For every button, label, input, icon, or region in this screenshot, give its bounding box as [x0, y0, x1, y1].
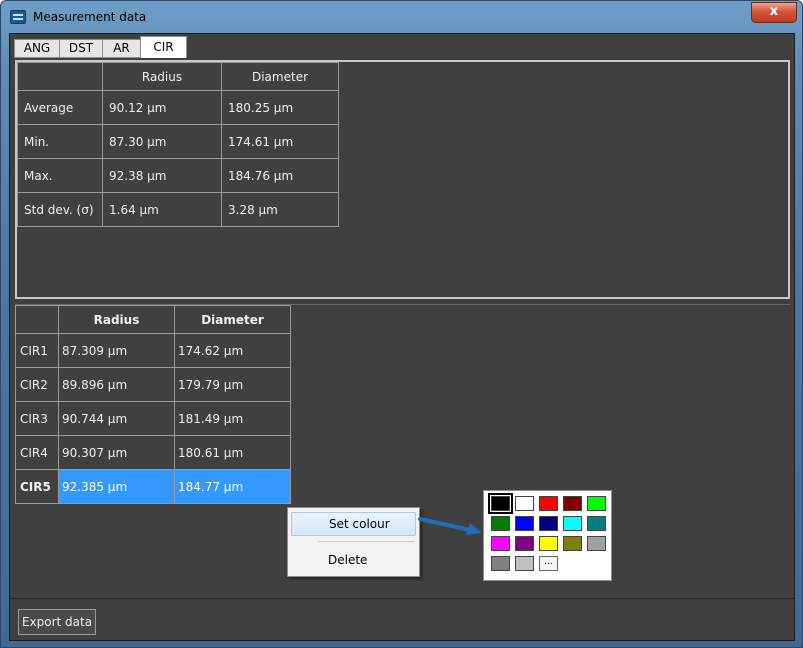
row-label[interactable]: CIR1 [15, 333, 59, 368]
row-label[interactable]: CIR5 [15, 469, 59, 504]
diameter-cell[interactable]: 184.77 µm [174, 469, 291, 504]
colour-palette-popup: ... [483, 490, 612, 581]
tab-dst[interactable]: DST [59, 39, 103, 58]
row-label[interactable]: CIR2 [15, 367, 59, 402]
radius-cell[interactable]: 90.307 µm [58, 435, 175, 470]
column-header-diameter[interactable]: Diameter [174, 305, 291, 334]
radius-cell[interactable]: 92.385 µm [58, 469, 175, 504]
corner-cell [15, 305, 59, 334]
diameter-cell[interactable]: 180.25 µm [221, 90, 339, 125]
details-table: Radius Diameter CIR1 87.309 µm 174.62 µm… [15, 305, 291, 504]
diameter-cell[interactable]: 179.79 µm [174, 367, 291, 402]
corner-cell [17, 62, 103, 91]
colour-swatch[interactable] [488, 493, 513, 514]
diameter-cell[interactable]: 180.61 µm [174, 435, 291, 470]
table-row-cir1[interactable]: CIR1 87.309 µm 174.62 µm [15, 333, 291, 368]
title-bar[interactable]: Measurement data x [1, 1, 802, 35]
row-label: Max. [17, 158, 103, 193]
colour-swatch[interactable] [491, 556, 510, 571]
colour-swatch[interactable] [515, 496, 534, 511]
radius-cell[interactable]: 92.38 µm [102, 158, 222, 193]
radius-cell[interactable]: 89.896 µm [58, 367, 175, 402]
menu-item-delete[interactable]: Delete [291, 548, 416, 572]
app-icon [10, 10, 26, 24]
row-label: Average [17, 90, 103, 125]
table-row-cir4[interactable]: CIR4 90.307 µm 180.61 µm [15, 435, 291, 470]
colour-swatch[interactable] [587, 516, 606, 531]
diameter-cell[interactable]: 181.49 µm [174, 401, 291, 436]
colour-swatch[interactable] [515, 556, 534, 571]
colour-swatch[interactable] [539, 536, 558, 551]
row-label[interactable]: CIR3 [15, 401, 59, 436]
radius-cell[interactable]: 1.64 µm [102, 192, 222, 227]
colour-swatch[interactable] [491, 516, 510, 531]
colour-swatch[interactable] [563, 536, 582, 551]
pointer-arrow-icon [418, 517, 482, 535]
summary-row-min[interactable]: Min. 87.30 µm 174.61 µm [17, 124, 339, 159]
colour-swatch[interactable] [491, 536, 510, 551]
colour-swatch[interactable] [587, 536, 606, 551]
radius-cell[interactable]: 87.30 µm [102, 124, 222, 159]
colour-swatch[interactable] [563, 516, 582, 531]
colour-swatch[interactable] [587, 496, 606, 511]
colour-swatch[interactable] [515, 516, 534, 531]
diameter-cell[interactable]: 184.76 µm [221, 158, 339, 193]
table-row-cir2[interactable]: CIR2 89.896 µm 179.79 µm [15, 367, 291, 402]
summary-header-row: Radius Diameter [17, 62, 339, 91]
diameter-cell[interactable]: 174.61 µm [221, 124, 339, 159]
tab-ar[interactable]: AR [102, 39, 141, 58]
column-header-diameter[interactable]: Diameter [221, 62, 339, 91]
row-label: Min. [17, 124, 103, 159]
export-data-button[interactable]: Export data [18, 609, 96, 635]
menu-item-set-colour[interactable]: Set colour [291, 512, 416, 536]
radius-cell[interactable]: 90.12 µm [102, 90, 222, 125]
summary-panel: Radius Diameter Average 90.12 µm 180.25 … [15, 60, 790, 299]
summary-row-std-dev[interactable]: Std dev. (σ) 1.64 µm 3.28 µm [17, 192, 339, 227]
radius-cell[interactable]: 87.309 µm [58, 333, 175, 368]
summary-row-average[interactable]: Average 90.12 µm 180.25 µm [17, 90, 339, 125]
row-label[interactable]: CIR4 [15, 435, 59, 470]
window-title: Measurement data [33, 10, 147, 24]
menu-separator [318, 541, 415, 542]
table-row-cir3[interactable]: CIR3 90.744 µm 181.49 µm [15, 401, 291, 436]
more-colours-button[interactable]: ... [539, 556, 558, 571]
footer-bar: Export data [10, 598, 794, 640]
close-button[interactable]: x [751, 2, 797, 23]
colour-swatch[interactable] [563, 496, 582, 511]
column-header-radius[interactable]: Radius [58, 305, 175, 334]
colour-swatch[interactable] [515, 536, 534, 551]
diameter-cell[interactable]: 174.62 µm [174, 333, 291, 368]
tab-bar: ANG DST AR CIR [10, 34, 794, 58]
colour-swatch[interactable] [539, 516, 558, 531]
column-header-radius[interactable]: Radius [102, 62, 222, 91]
context-menu: Set colour Delete [287, 507, 420, 577]
tab-ang[interactable]: ANG [14, 39, 60, 58]
table-row-cir5[interactable]: CIR5 92.385 µm 184.77 µm [15, 469, 291, 504]
row-label: Std dev. (σ) [17, 192, 103, 227]
tab-cir[interactable]: CIR [140, 36, 187, 58]
summary-row-max[interactable]: Max. 92.38 µm 184.76 µm [17, 158, 339, 193]
summary-table: Radius Diameter Average 90.12 µm 180.25 … [17, 62, 339, 227]
details-header-row: Radius Diameter [15, 305, 291, 334]
colour-swatch[interactable] [539, 496, 558, 511]
diameter-cell[interactable]: 3.28 µm [221, 192, 339, 227]
radius-cell[interactable]: 90.744 µm [58, 401, 175, 436]
